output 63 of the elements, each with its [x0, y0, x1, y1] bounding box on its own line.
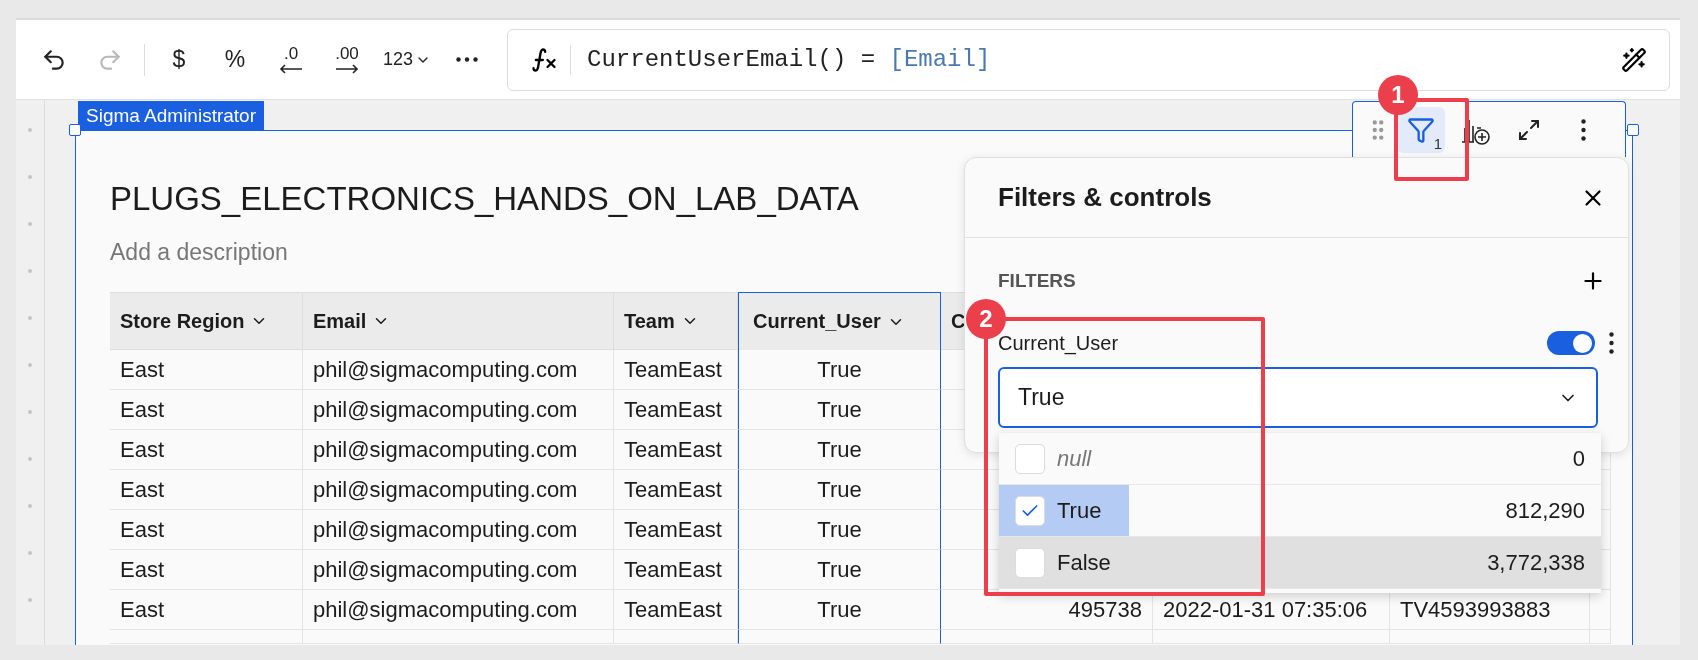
- table-cell: TV4593993883: [1390, 590, 1590, 630]
- table-cell: phil@sigmacomputing.com: [303, 350, 614, 390]
- arrow-left-icon: [278, 64, 304, 74]
- checkbox[interactable]: [1015, 547, 1045, 578]
- expand-icon: [1517, 117, 1541, 142]
- table-cell: phil@sigmacomputing.com: [303, 590, 614, 630]
- table-cell: True: [738, 390, 941, 430]
- table-cell: phil@sigmacomputing.com: [303, 510, 614, 550]
- column-header[interactable]: Team: [614, 292, 738, 350]
- format-button[interactable]: $: [153, 37, 205, 82]
- resize-handle[interactable]: [1627, 124, 1639, 136]
- column-header[interactable]: Store Region: [110, 292, 303, 350]
- more-options-icon: [1580, 118, 1586, 141]
- table-cell: East: [110, 350, 303, 390]
- table-cell: True: [738, 470, 941, 510]
- table-cell: East: [110, 550, 303, 590]
- checkbox[interactable]: [1015, 495, 1045, 526]
- table-cell: phil@sigmacomputing.com: [303, 470, 614, 510]
- table-cell: True: [738, 430, 941, 470]
- description-placeholder[interactable]: Add a description: [110, 234, 288, 270]
- more-options-icon[interactable]: [1609, 332, 1614, 354]
- step-badge: 1: [1378, 75, 1418, 115]
- table-cell: TeamEast: [614, 470, 738, 510]
- dropdown-option[interactable]: True 812,290: [999, 485, 1601, 537]
- decrease-decimal-button[interactable]: .0: [265, 37, 317, 82]
- table-cell: TeamEast: [614, 510, 738, 550]
- section-label: FILTERS: [998, 270, 1076, 292]
- table-title: PLUGS_ELECTRONICS_HANDS_ON_LAB_DATA: [110, 179, 859, 219]
- table-cell: TeamEast: [614, 350, 738, 390]
- dropdown-option[interactable]: null 0: [999, 433, 1601, 485]
- user-tag: Sigma Administrator: [78, 101, 264, 130]
- table-cell: True: [738, 350, 941, 390]
- magic-wand-icon[interactable]: [1621, 46, 1647, 73]
- number-format-dropdown[interactable]: 123: [377, 37, 438, 82]
- column-header[interactable]: Email: [303, 292, 614, 350]
- table-cell: True: [738, 590, 941, 630]
- panel-title: Filters & controls: [998, 182, 1212, 213]
- filter-select[interactable]: True: [998, 367, 1598, 428]
- table-cell: TeamEast: [614, 390, 738, 430]
- table-cell: True: [738, 510, 941, 550]
- table-cell: East: [110, 510, 303, 550]
- format-button[interactable]: %: [209, 37, 261, 82]
- table-cell: East: [110, 430, 303, 470]
- checkbox[interactable]: [1015, 443, 1045, 474]
- table-cell: TeamEast: [614, 590, 738, 630]
- table-cell: phil@sigmacomputing.com: [303, 550, 614, 590]
- column-header[interactable]: Current_User: [738, 292, 941, 350]
- arrow-right-icon: [334, 64, 360, 74]
- toggle-switch[interactable]: [1547, 331, 1595, 355]
- filter-button[interactable]: 1: [1397, 106, 1445, 153]
- table-cell: phil@sigmacomputing.com: [303, 430, 614, 470]
- table-cell: East: [110, 390, 303, 430]
- table-cell: East: [110, 470, 303, 510]
- dropdown-option[interactable]: False 3,772,338: [999, 537, 1601, 589]
- table-cell: True: [738, 550, 941, 590]
- table-cell: phil@sigmacomputing.com: [303, 390, 614, 430]
- increase-decimal-button[interactable]: .00: [321, 37, 373, 82]
- table-cell: TeamEast: [614, 430, 738, 470]
- more-icon: [456, 57, 479, 62]
- table-cell: TeamEast: [614, 550, 738, 590]
- table-cell: East: [110, 590, 303, 630]
- resize-handle[interactable]: [69, 124, 81, 136]
- funnel-icon: [1407, 115, 1435, 144]
